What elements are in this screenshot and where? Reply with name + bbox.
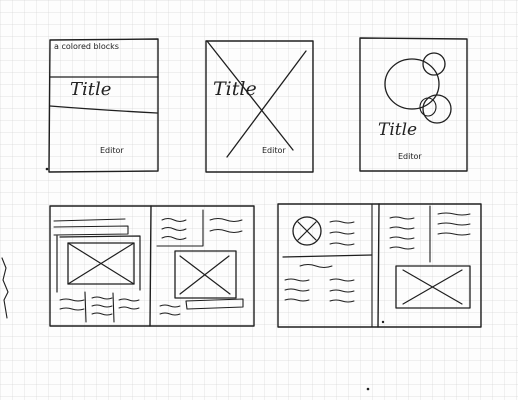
page-3-editor: Editor	[398, 152, 422, 161]
graph-paper	[0, 0, 518, 400]
page-1-title: Title	[70, 79, 111, 100]
page-2-title: Title	[213, 78, 257, 100]
page-1-editor: Editor	[100, 146, 124, 155]
page-2-editor: Editor	[262, 146, 286, 155]
sketch-sheet: a colored blocks Title Editor Title Edit…	[0, 0, 518, 400]
page-1-note: a colored blocks	[54, 42, 119, 51]
page-3-title: Title	[378, 120, 417, 140]
